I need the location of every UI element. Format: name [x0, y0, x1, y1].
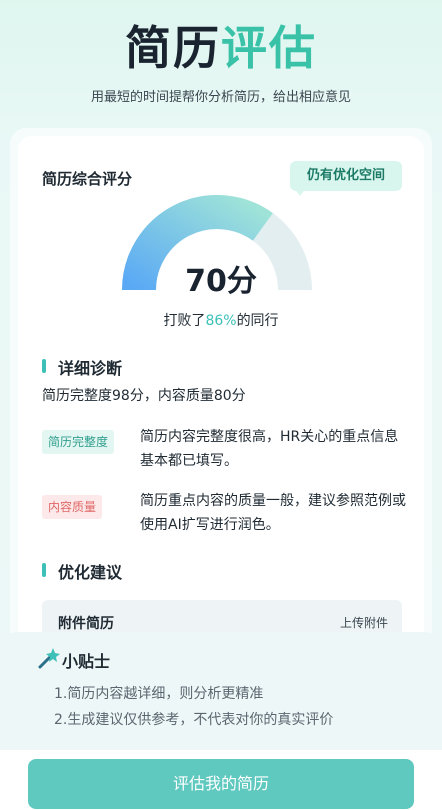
tag-completeness: 简历完整度: [42, 430, 115, 454]
status-badge: 仍有优化空间: [290, 161, 402, 191]
completeness-note: 简历内容完整度很高，HR关心的重点信息基本都已填写。: [140, 429, 399, 469]
section-marker: [42, 359, 46, 373]
magic-wand-icon: [38, 648, 60, 669]
evaluate-resume-button[interactable]: 评估我的简历: [28, 759, 414, 809]
diagnosis-title: 详细诊断: [58, 359, 123, 378]
beat-suffix: 的同行: [236, 313, 279, 329]
quality-note: 简历重点内容的质量一般，建议参照范例或使用AI扩写进行润色。: [140, 493, 406, 533]
header: 简历评估 用最短的时间提帮你分析简历，给出相应意见: [0, 0, 442, 130]
beat-text: 打败了86%的同行: [0, 310, 442, 330]
attachment-label: 附件简历: [58, 616, 114, 632]
score-value: 70分: [185, 264, 257, 299]
tip-item-2: 2.生成建议仅供参考，不代表对你的真实评价: [54, 712, 334, 728]
tip-item-1: 1.简历内容越详细，则分析更精准: [54, 686, 264, 702]
beat-prefix: 打败了: [163, 313, 206, 329]
tips-title: 小贴士: [62, 652, 111, 671]
suggestions-title: 优化建议: [58, 563, 123, 582]
score-card-title: 简历综合评分: [42, 170, 133, 188]
title-part2: 评估: [221, 21, 317, 75]
title-part1: 简历: [125, 21, 221, 75]
page-subtitle: 用最短的时间提帮你分析简历，给出相应意见: [90, 90, 351, 105]
tag-quality: 内容质量: [42, 495, 103, 519]
section-marker: [42, 563, 46, 577]
upload-attachment-link[interactable]: 上传附件: [340, 614, 388, 631]
diagnosis-summary: 简历完整度98分，内容质量80分: [42, 388, 246, 404]
beat-percent: 86%: [205, 313, 237, 329]
page-title: 简历评估: [0, 18, 442, 78]
